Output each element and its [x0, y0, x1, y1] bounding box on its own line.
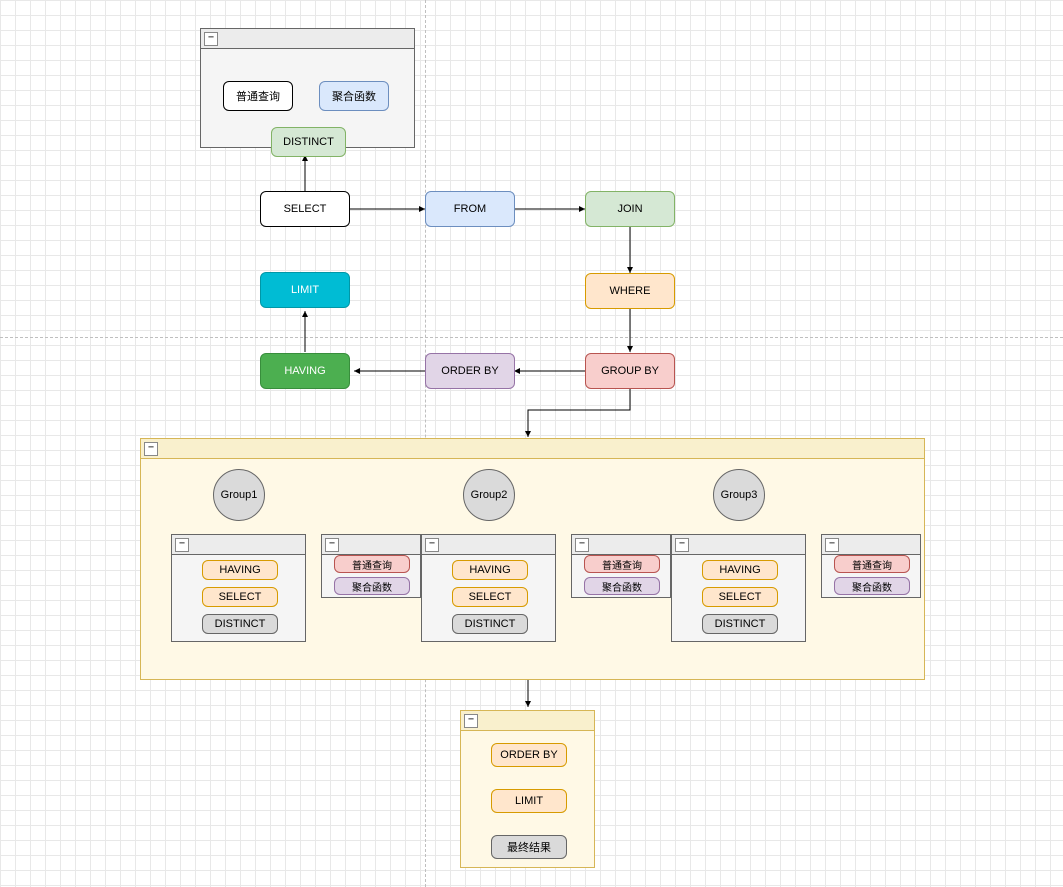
group2-left-container[interactable]: − HAVING SELECT DISTINCT [421, 534, 556, 642]
container-header: − [822, 535, 920, 555]
group1-select[interactable]: SELECT [202, 587, 278, 607]
node-group2-circle[interactable]: Group2 [463, 469, 515, 521]
collapse-icon[interactable]: − [425, 538, 439, 552]
group3-distinct[interactable]: DISTINCT [702, 614, 778, 634]
container-header: − [461, 711, 594, 731]
collapse-icon[interactable]: − [325, 538, 339, 552]
group2-having[interactable]: HAVING [452, 560, 528, 580]
group2-aggregate[interactable]: 聚合函数 [584, 577, 660, 595]
container-header: − [201, 29, 414, 49]
container-header: − [672, 535, 805, 555]
group1-right-container[interactable]: − 普通查询 聚合函数 [321, 534, 421, 598]
collapse-icon[interactable]: − [175, 538, 189, 552]
node-groupby[interactable]: GROUP BY [585, 353, 675, 389]
container-header: − [422, 535, 555, 555]
node-orderby[interactable]: ORDER BY [425, 353, 515, 389]
node-from[interactable]: FROM [425, 191, 515, 227]
collapse-icon[interactable]: − [204, 32, 218, 46]
node-where[interactable]: WHERE [585, 273, 675, 309]
collapse-icon[interactable]: − [575, 538, 589, 552]
node-distinct[interactable]: DISTINCT [271, 127, 346, 157]
group2-normal-query[interactable]: 普通查询 [584, 555, 660, 573]
node-aggregate-func[interactable]: 聚合函数 [319, 81, 389, 111]
container-header: − [172, 535, 305, 555]
final-orderby[interactable]: ORDER BY [491, 743, 567, 767]
group1-distinct[interactable]: DISTINCT [202, 614, 278, 634]
group3-right-container[interactable]: − 普通查询 聚合函数 [821, 534, 921, 598]
collapse-icon[interactable]: − [675, 538, 689, 552]
group3-select[interactable]: SELECT [702, 587, 778, 607]
group1-having[interactable]: HAVING [202, 560, 278, 580]
node-group3-circle[interactable]: Group3 [713, 469, 765, 521]
node-limit[interactable]: LIMIT [260, 272, 350, 308]
final-result-container[interactable]: − ORDER BY LIMIT 最终结果 [460, 710, 595, 868]
container-header: − [572, 535, 670, 555]
select-options-container[interactable]: − 普通查询 聚合函数 DISTINCT [200, 28, 415, 148]
groupby-expanded-container[interactable]: − Group1 − HAVING SELECT DISTINCT − 普通查询… [140, 438, 925, 680]
container-header: − [322, 535, 420, 555]
node-select[interactable]: SELECT [260, 191, 350, 227]
container-header: − [141, 439, 924, 459]
collapse-icon[interactable]: − [144, 442, 158, 456]
group1-normal-query[interactable]: 普通查询 [334, 555, 410, 573]
node-having[interactable]: HAVING [260, 353, 350, 389]
page-guide-horizontal [0, 337, 1063, 338]
diagram-canvas[interactable]: − 普通查询 聚合函数 DISTINCT SELECT FROM JOIN WH… [0, 0, 1063, 887]
group3-aggregate[interactable]: 聚合函数 [834, 577, 910, 595]
group1-aggregate[interactable]: 聚合函数 [334, 577, 410, 595]
node-normal-query[interactable]: 普通查询 [223, 81, 293, 111]
group2-right-container[interactable]: − 普通查询 聚合函数 [571, 534, 671, 598]
final-limit[interactable]: LIMIT [491, 789, 567, 813]
final-result[interactable]: 最终结果 [491, 835, 567, 859]
group2-select[interactable]: SELECT [452, 587, 528, 607]
group3-having[interactable]: HAVING [702, 560, 778, 580]
collapse-icon[interactable]: − [464, 714, 478, 728]
node-join[interactable]: JOIN [585, 191, 675, 227]
group3-normal-query[interactable]: 普通查询 [834, 555, 910, 573]
collapse-icon[interactable]: − [825, 538, 839, 552]
node-group1-circle[interactable]: Group1 [213, 469, 265, 521]
group3-left-container[interactable]: − HAVING SELECT DISTINCT [671, 534, 806, 642]
group2-distinct[interactable]: DISTINCT [452, 614, 528, 634]
group1-left-container[interactable]: − HAVING SELECT DISTINCT [171, 534, 306, 642]
